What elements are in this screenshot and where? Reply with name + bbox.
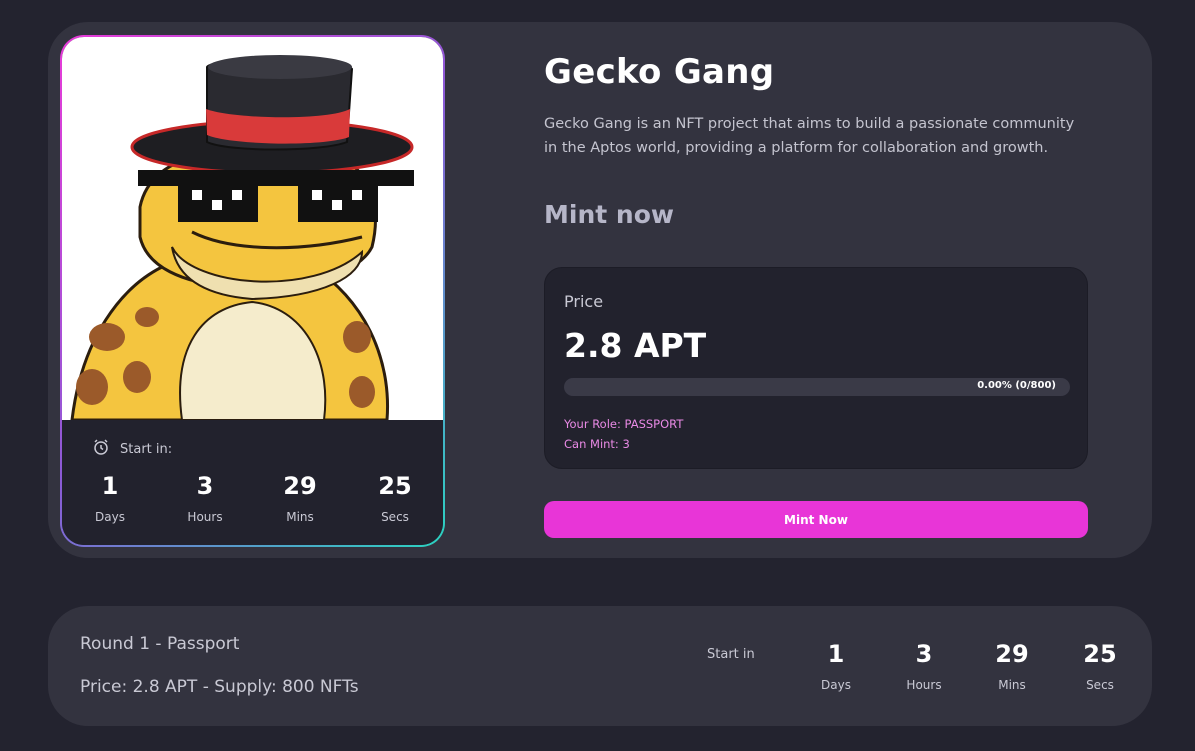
mint-card: Start in: 1 Days 3 Hours 29 Mins 25 Secs	[48, 22, 1152, 558]
countdown-unit: Days	[821, 678, 851, 692]
countdown-value: 29	[283, 472, 317, 500]
countdown-unit: Secs	[381, 510, 409, 524]
round-countdown-hours: 3 Hours	[884, 640, 964, 692]
collection-description: Gecko Gang is an NFT project that aims t…	[544, 116, 1075, 156]
countdown-secs: 25 Secs	[355, 472, 435, 524]
price-box: Price 2.8 APT 0.00% (0/800) Your Role: P…	[544, 267, 1088, 469]
countdown-value: 29	[995, 640, 1029, 668]
countdown-mins: 29 Mins	[260, 472, 340, 524]
your-role-text: Your Role: PASSPORT	[564, 417, 684, 431]
mint-heading: Mint now	[544, 200, 674, 229]
round-title: Round 1 - Passport	[80, 634, 240, 654]
nft-image	[62, 37, 443, 420]
countdown-unit: Mins	[286, 510, 314, 524]
alarm-clock-icon	[92, 438, 110, 460]
nft-preview: Start in: 1 Days 3 Hours 29 Mins 25 Secs	[62, 37, 443, 545]
countdown-unit: Hours	[187, 510, 223, 524]
round-meta: Price: 2.8 APT - Supply: 800 NFTs	[80, 677, 359, 697]
round-countdown-days: 1 Days	[796, 640, 876, 692]
round-card: Round 1 - Passport Price: 2.8 APT - Supp…	[48, 606, 1152, 726]
countdown-days: 1 Days	[70, 472, 150, 524]
countdown-unit: Days	[95, 510, 125, 524]
start-in-row: Start in:	[92, 438, 172, 460]
round-countdown-secs: 25 Secs	[1060, 640, 1140, 692]
role-info: Your Role: PASSPORT Can Mint: 3	[564, 414, 683, 454]
nft-preview-frame: Start in: 1 Days 3 Hours 29 Mins 25 Secs	[60, 35, 445, 547]
nft-countdown-panel: Start in: 1 Days 3 Hours 29 Mins 25 Secs	[62, 420, 443, 545]
can-mint-text: Can Mint: 3	[564, 437, 630, 451]
countdown-value: 3	[915, 640, 933, 668]
countdown-value: 1	[101, 472, 119, 500]
countdown-unit: Hours	[906, 678, 942, 692]
mint-progress-text: 0.00% (0/800)	[977, 380, 1056, 391]
collection-title: Gecko Gang	[544, 52, 775, 92]
start-in-label: Start in:	[120, 441, 173, 457]
countdown-value: 3	[196, 472, 214, 500]
round-countdown-mins: 29 Mins	[972, 640, 1052, 692]
countdown-unit: Secs	[1086, 678, 1114, 692]
mint-now-button[interactable]: Mint Now	[544, 501, 1088, 538]
countdown-value: 25	[1083, 640, 1117, 668]
countdown-value: 1	[827, 640, 845, 668]
countdown-hours: 3 Hours	[165, 472, 245, 524]
price-label: Price	[564, 292, 604, 311]
countdown-value: 25	[378, 472, 412, 500]
countdown-unit: Mins	[998, 678, 1026, 692]
round-start-in-label: Start in	[707, 647, 755, 662]
price-value: 2.8 APT	[564, 326, 707, 365]
mint-progress-bar: 0.00% (0/800)	[564, 378, 1070, 396]
